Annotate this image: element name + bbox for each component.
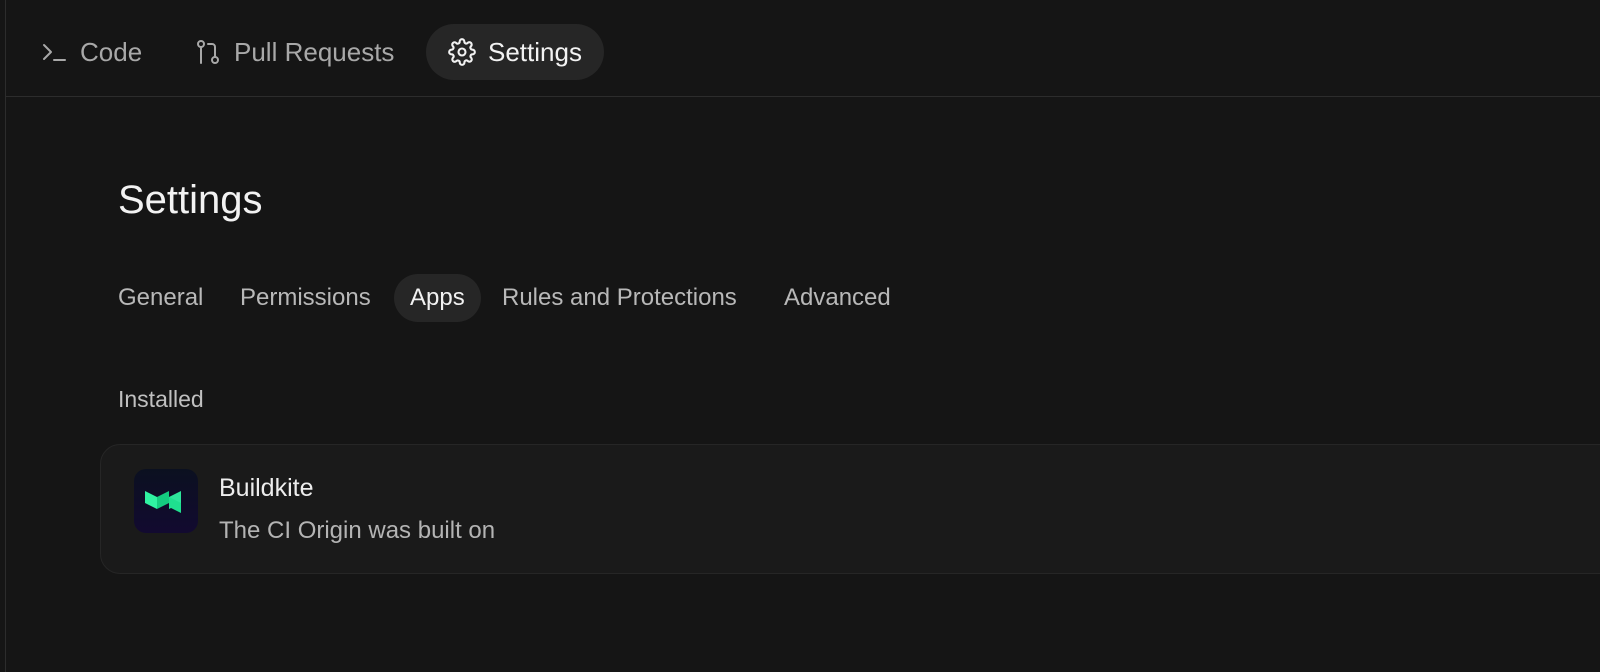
tab-settings-label: Settings <box>488 36 582 67</box>
gear-icon <box>448 38 476 66</box>
left-divider <box>5 0 6 672</box>
buildkite-logo-icon <box>134 469 198 533</box>
settings-tab-apps[interactable]: Apps <box>394 274 481 322</box>
tab-settings[interactable]: Settings <box>426 24 604 80</box>
app-window: Code Pull Requests Settings Settings Gen… <box>0 0 1600 672</box>
installed-section-label: Installed <box>118 386 204 412</box>
git-pull-request-icon <box>194 38 222 66</box>
app-description: The CI Origin was built on <box>219 517 496 544</box>
settings-tab-rules-and-protections[interactable]: Rules and Protections <box>502 274 737 322</box>
tab-code[interactable]: Code <box>40 24 150 80</box>
terminal-prompt-icon <box>40 38 68 66</box>
tab-pull-requests[interactable]: Pull Requests <box>194 24 394 80</box>
tab-pull-requests-label: Pull Requests <box>234 36 395 67</box>
settings-tab-advanced[interactable]: Advanced <box>784 274 891 322</box>
app-card-buildkite[interactable]: Buildkite The CI Origin was built on <box>100 444 1600 574</box>
top-navigation: Code Pull Requests Settings <box>6 0 1600 97</box>
settings-tab-permissions[interactable]: Permissions <box>240 274 371 322</box>
settings-tab-general[interactable]: General <box>118 274 203 322</box>
page-title: Settings <box>118 178 263 222</box>
app-name: Buildkite <box>219 474 314 502</box>
tab-code-label: Code <box>80 36 143 67</box>
